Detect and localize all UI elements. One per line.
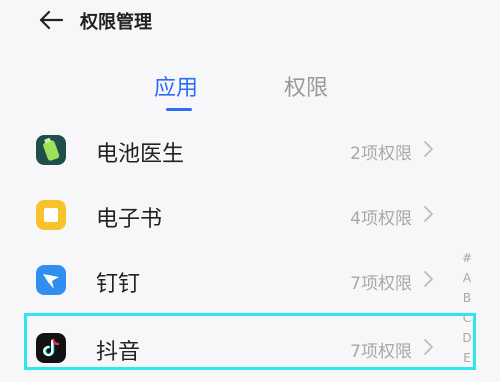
- index-letter[interactable]: A: [460, 268, 474, 288]
- tab-bar: 应用 权限: [0, 62, 500, 112]
- permission-count: 2项权限: [350, 144, 412, 164]
- permission-count: 4项权限: [350, 209, 412, 229]
- list-item-dingtalk[interactable]: 钉钉 7项权限: [0, 248, 470, 314]
- app-name: 钉钉: [96, 272, 141, 297]
- app-name: 电池医生: [96, 142, 185, 167]
- index-letter[interactable]: B: [460, 288, 474, 308]
- chevron-right-icon: [424, 271, 433, 287]
- arrow-left-icon[interactable]: [38, 8, 64, 32]
- top-bar: 权限管理: [0, 0, 500, 42]
- tab-permissions[interactable]: 权限: [284, 70, 328, 102]
- ebook-icon: [36, 200, 66, 230]
- chevron-right-icon: [424, 141, 433, 157]
- active-tab-indicator: [166, 108, 192, 111]
- app-name: 电子书: [96, 207, 163, 232]
- dingtalk-icon: [36, 265, 66, 295]
- page-title: 权限管理: [80, 12, 152, 33]
- tab-apps[interactable]: 应用: [154, 70, 198, 102]
- permission-count: 7项权限: [350, 274, 412, 294]
- index-letter[interactable]: #: [460, 248, 474, 268]
- battery-doctor-icon: [36, 135, 66, 165]
- highlight-box: [24, 313, 476, 370]
- chevron-right-icon: [424, 206, 433, 222]
- list-item-ebook[interactable]: 电子书 4项权限: [0, 183, 470, 249]
- list-item-battery-doctor[interactable]: 电池医生 2项权限: [0, 118, 470, 184]
